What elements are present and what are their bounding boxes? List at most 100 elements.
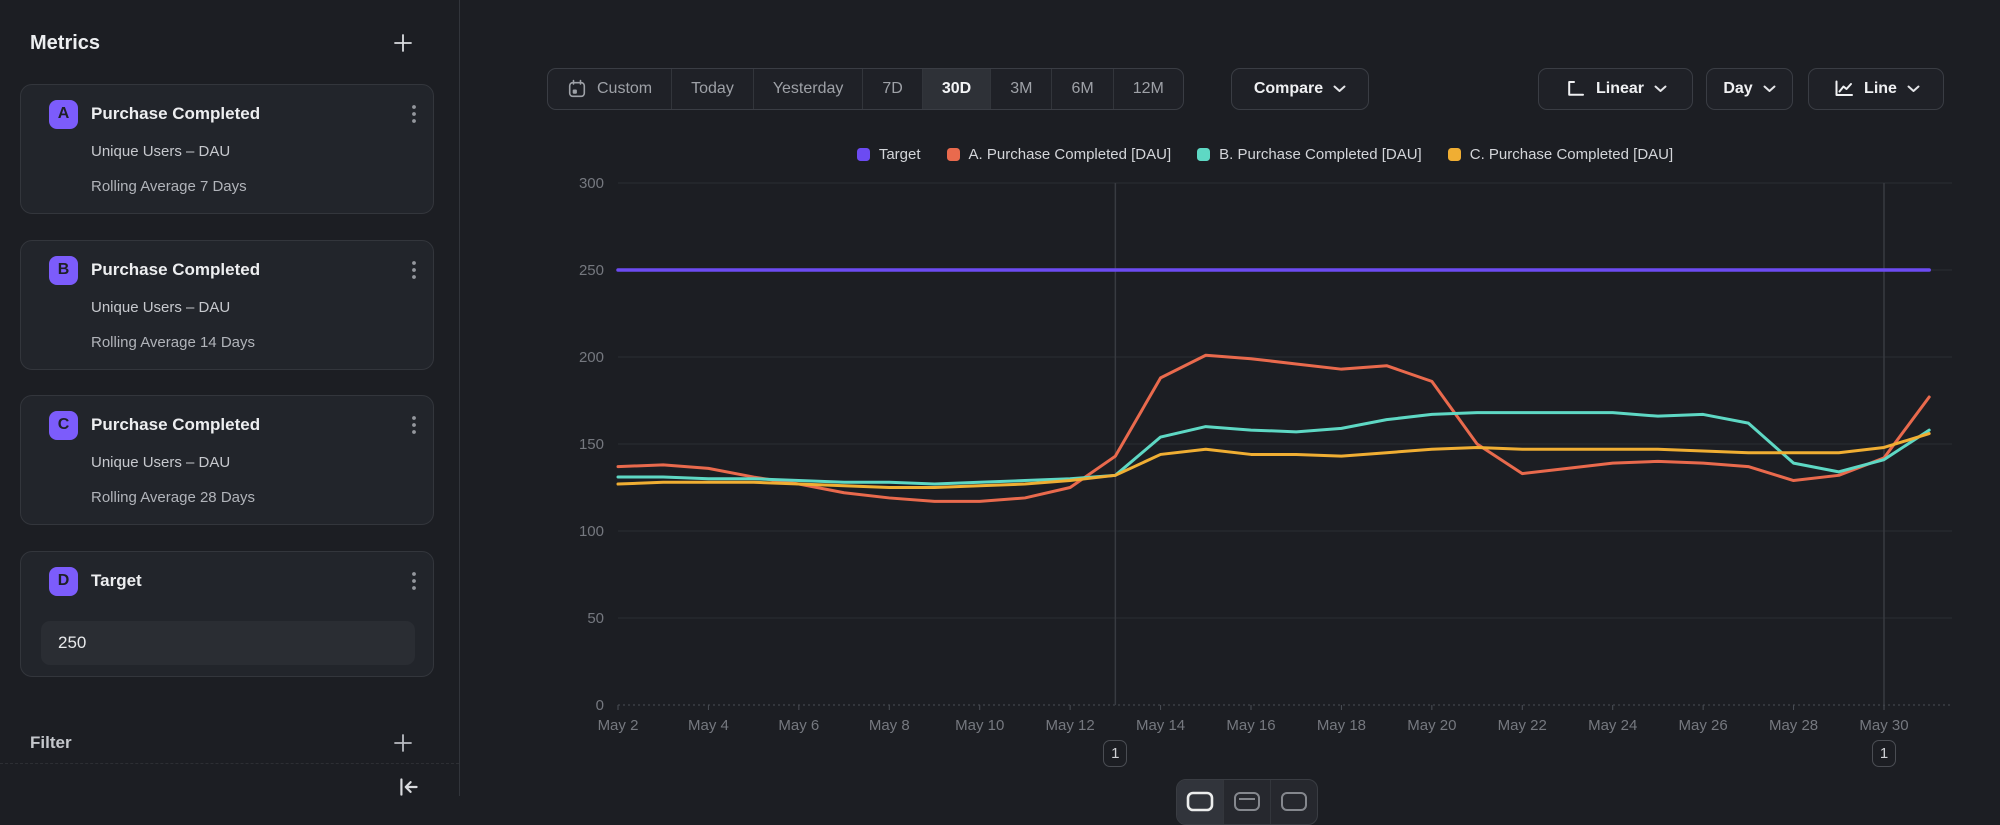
metric-menu-button[interactable] (411, 104, 417, 124)
panel-view-icon (1185, 790, 1215, 814)
metric-measure: Unique Users – DAU (91, 143, 415, 160)
date-range-control: Custom Today Yesterday 7D 30D 3M 6M 12M (547, 68, 1184, 110)
plus-icon (391, 31, 415, 55)
y-tick-label: 250 (579, 262, 604, 279)
x-tick-label: May 2 (598, 717, 639, 734)
range-3m[interactable]: 3M (990, 69, 1051, 109)
metrics-sidebar: Metrics A Purchase Completed Unique User… (0, 0, 460, 796)
legend-item[interactable]: C. Purchase Completed [DAU] (1448, 146, 1673, 163)
metric-card-a[interactable]: A Purchase Completed Unique Users – DAU … (20, 84, 434, 214)
x-tick-label: May 4 (688, 717, 729, 734)
y-tick-label: 100 (579, 523, 604, 540)
add-metric-button[interactable] (388, 28, 418, 58)
legend-swatch-icon (857, 148, 870, 161)
kebab-icon (411, 571, 417, 591)
legend-label: Target (879, 146, 921, 163)
collapse-sidebar-button[interactable] (396, 774, 424, 802)
x-tick-label: May 18 (1317, 717, 1366, 734)
metric-measure: Unique Users – DAU (91, 299, 415, 316)
x-tick-label: May 8 (869, 717, 910, 734)
chevron-down-icon (1654, 85, 1667, 93)
view-toggle-panel[interactable] (1177, 780, 1223, 824)
view-toggle-control (1176, 779, 1318, 825)
chevron-down-icon (1333, 85, 1346, 93)
range-7d[interactable]: 7D (862, 69, 921, 109)
chevron-down-icon (1763, 85, 1776, 93)
range-today[interactable]: Today (671, 69, 753, 109)
compare-button[interactable]: Compare (1231, 68, 1369, 110)
kebab-icon (411, 260, 417, 280)
annotation-badge[interactable]: 1 (1872, 740, 1896, 767)
x-tick-label: May 10 (955, 717, 1004, 734)
annotation-badge[interactable]: 1 (1103, 740, 1127, 767)
legend-item[interactable]: Target (857, 146, 921, 163)
range-label: Custom (597, 80, 652, 98)
legend-label: B. Purchase Completed [DAU] (1219, 146, 1422, 163)
legend-item[interactable]: B. Purchase Completed [DAU] (1197, 146, 1422, 163)
x-tick-label: May 26 (1679, 717, 1728, 734)
y-tick-label: 300 (579, 175, 604, 192)
x-tick-label: May 6 (778, 717, 819, 734)
x-tick-label: May 24 (1588, 717, 1637, 734)
metric-transform: Rolling Average 7 Days (91, 178, 415, 195)
card-view-icon (1279, 790, 1309, 814)
sidebar-title: Metrics (30, 32, 100, 55)
metric-transform: Rolling Average 28 Days (91, 489, 415, 506)
range-yesterday[interactable]: Yesterday (753, 69, 863, 109)
collapse-left-icon (396, 774, 422, 800)
view-toggle-table[interactable] (1223, 780, 1270, 824)
metric-menu-button[interactable] (411, 571, 417, 591)
metric-title: Purchase Completed (91, 104, 260, 124)
legend-swatch-icon (947, 148, 960, 161)
y-tick-label: 150 (579, 436, 604, 453)
series-line (618, 355, 1929, 501)
y-tick-label: 50 (587, 610, 604, 627)
metric-badge: B (49, 256, 78, 285)
filter-section-label: Filter (30, 733, 72, 753)
x-tick-label: May 28 (1769, 717, 1818, 734)
granularity-selector-button[interactable]: Day (1706, 68, 1793, 110)
x-tick-label: May 16 (1226, 717, 1275, 734)
chart-type-selector-button[interactable]: Line (1808, 68, 1944, 110)
chart-canvas[interactable]: 0 50 100 150 200 250 300 May 2 May 4 May 6 May 8 Ma… (560, 170, 2000, 796)
plus-icon (391, 731, 415, 755)
metric-badge: C (49, 411, 78, 440)
kebab-icon (411, 104, 417, 124)
series-line (618, 413, 1929, 484)
legend-swatch-icon (1448, 148, 1461, 161)
legend-swatch-icon (1197, 148, 1210, 161)
metric-badge: A (49, 100, 78, 129)
view-toggle-card[interactable] (1270, 780, 1317, 824)
chart-legend: Target A. Purchase Completed [DAU] B. Purc… (560, 146, 1970, 163)
metric-card-c[interactable]: C Purchase Completed Unique Users – DAU … (20, 395, 434, 525)
chevron-down-icon (1907, 85, 1920, 93)
axis-linear-icon (1564, 78, 1586, 100)
metric-card-b[interactable]: B Purchase Completed Unique Users – DAU … (20, 240, 434, 370)
range-12m[interactable]: 12M (1113, 69, 1183, 109)
metric-menu-button[interactable] (411, 260, 417, 280)
x-tick-label: May 30 (1859, 717, 1908, 734)
x-tick-label: May 20 (1407, 717, 1456, 734)
x-tick-label: May 12 (1046, 717, 1095, 734)
sidebar-divider (0, 763, 459, 764)
add-filter-button[interactable] (388, 728, 418, 758)
scale-selector-button[interactable]: Linear (1538, 68, 1693, 110)
series-line (618, 434, 1929, 488)
metric-title: Target (91, 571, 142, 591)
y-tick-label: 200 (579, 349, 604, 366)
legend-item[interactable]: A. Purchase Completed [DAU] (947, 146, 1172, 163)
target-value-input[interactable]: 250 (41, 621, 415, 665)
target-card[interactable]: D Target 250 (20, 551, 434, 677)
metric-measure: Unique Users – DAU (91, 454, 415, 471)
table-view-icon (1232, 790, 1262, 814)
x-tick-label: May 14 (1136, 717, 1185, 734)
legend-label: C. Purchase Completed [DAU] (1470, 146, 1673, 163)
x-tick-label: May 22 (1498, 717, 1547, 734)
y-tick-label: 0 (596, 697, 604, 714)
line-chart-icon (1832, 78, 1854, 100)
range-6m[interactable]: 6M (1051, 69, 1112, 109)
metric-menu-button[interactable] (411, 415, 417, 435)
range-custom[interactable]: Custom (548, 69, 671, 109)
legend-label: A. Purchase Completed [DAU] (969, 146, 1172, 163)
range-30d[interactable]: 30D (922, 69, 990, 109)
